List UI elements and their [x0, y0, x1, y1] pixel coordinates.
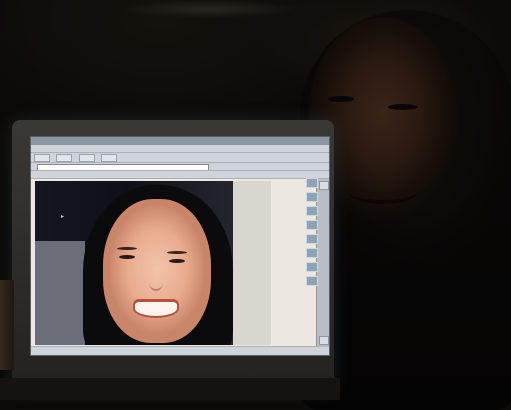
person-smile [348, 178, 418, 204]
browser-statusbar [31, 346, 329, 355]
shadowed-arm [0, 280, 14, 370]
dock-app-icon[interactable] [306, 262, 318, 272]
dock-app-icon[interactable] [306, 178, 318, 188]
photo-left-eye [119, 255, 135, 259]
dock-app-icon[interactable] [306, 234, 318, 244]
monitor-screen: ▸ [30, 136, 330, 356]
forward-button[interactable] [56, 154, 73, 162]
photo-background-chair [35, 241, 85, 345]
personal-toolbar [31, 171, 329, 179]
page-content: ▸ [31, 179, 317, 347]
dock-app-icon[interactable] [306, 276, 318, 286]
home-button[interactable] [100, 154, 117, 162]
browser-toolbar [31, 153, 329, 163]
person-right-eye [388, 104, 418, 110]
portrait-photo: ▸ [35, 181, 271, 345]
scroll-up-button[interactable] [319, 181, 329, 190]
person-left-eye [328, 96, 354, 102]
mouse-cursor-icon: ▸ [61, 213, 65, 220]
photo-left-brow [117, 247, 137, 250]
desk-edge [0, 378, 340, 400]
photo-right-brow [167, 251, 187, 254]
photo-right-eye [169, 259, 185, 263]
browser-menubar [31, 145, 329, 153]
location-bar [31, 163, 329, 171]
back-button[interactable] [34, 154, 50, 162]
dock-app-icon[interactable] [306, 248, 318, 258]
dock-app-icon[interactable] [306, 220, 318, 230]
browser-titlebar [31, 137, 329, 145]
reload-button[interactable] [78, 154, 95, 162]
dock-app-icon[interactable] [306, 206, 318, 216]
photo-background-wall [233, 181, 271, 345]
photo-face [103, 199, 211, 343]
url-input[interactable] [37, 163, 209, 170]
ceiling-glow [120, 0, 300, 18]
photo-nose [149, 273, 163, 291]
photo-smile [133, 299, 179, 318]
dock-app-icon[interactable] [306, 192, 318, 202]
desktop-dock [306, 178, 320, 338]
scroll-down-button[interactable] [319, 336, 329, 345]
